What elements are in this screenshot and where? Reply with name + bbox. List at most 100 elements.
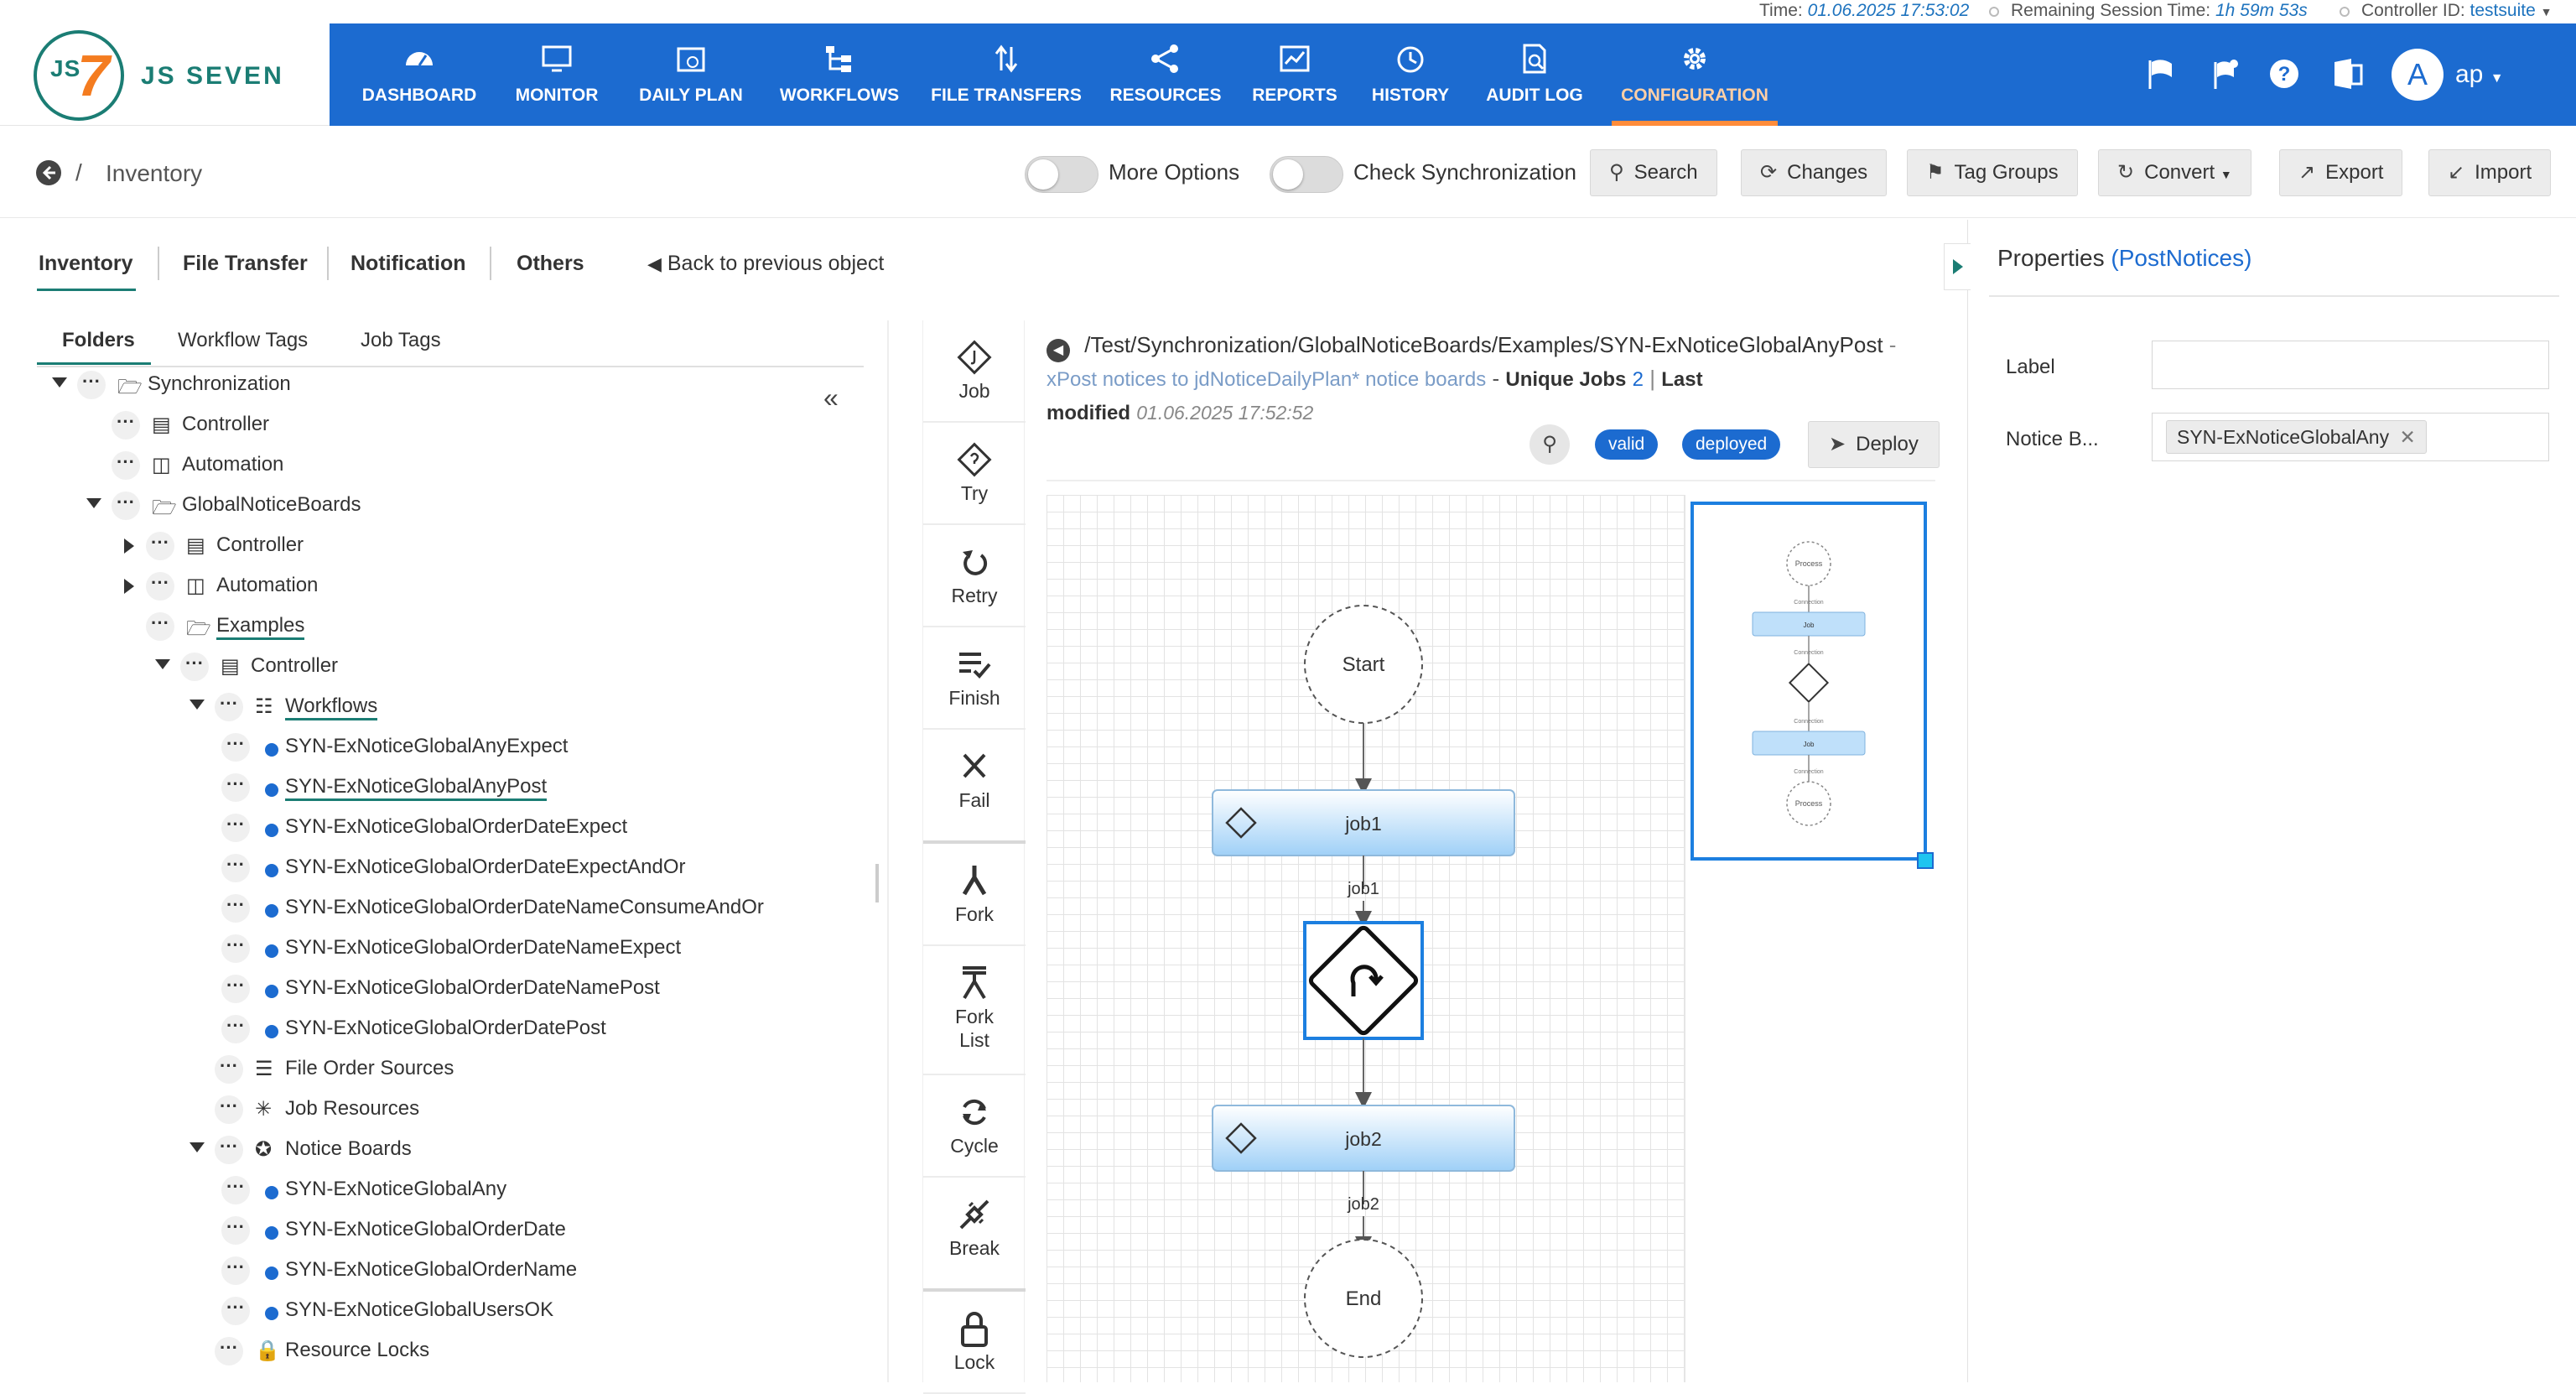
tree-row[interactable]: ··· SYN-ExNoticeGlobalOrderDateNameExpect — [34, 933, 872, 971]
changes-button[interactable]: ⟳ Changes — [1741, 149, 1888, 196]
tree-row[interactable]: ··· 🗁 Synchronization — [34, 369, 872, 408]
nav-history[interactable]: HISTORY — [1363, 23, 1457, 126]
workflow-canvas[interactable]: Start job1 job1 job2 job2 End — [1046, 495, 1684, 1382]
import-button[interactable]: ↙ Import — [2428, 149, 2552, 196]
logo[interactable]: JS 7 JS SEVEN — [0, 23, 330, 126]
tree-row[interactable]: ··· SYN-ExNoticeGlobalAnyExpect — [34, 731, 872, 770]
more-actions-icon[interactable]: ··· — [112, 451, 140, 480]
tree-row[interactable]: ··· ▤ Controller — [34, 530, 872, 569]
label-input[interactable] — [2152, 341, 2549, 389]
tree-row[interactable]: ··· ◫ Automation — [34, 570, 872, 609]
notification-flags-icon[interactable] — [2209, 57, 2242, 91]
notice-boards-select[interactable]: SYN-ExNoticeGlobalAny ✕ — [2152, 413, 2549, 461]
nav-audit-log[interactable]: AUDIT LOG — [1479, 23, 1590, 126]
more-actions-icon[interactable]: ··· — [221, 1297, 250, 1325]
tree-row[interactable]: ··· SYN-ExNoticeGlobalOrderDatePost — [34, 1013, 872, 1052]
tree-row[interactable]: ··· SYN-ExNoticeGlobalAnyPost — [34, 772, 872, 810]
nav-reports[interactable]: REPORTS — [1248, 23, 1342, 126]
caret-down-icon[interactable] — [86, 498, 101, 508]
flag-icon[interactable] — [2145, 57, 2179, 91]
more-actions-icon[interactable]: ··· — [146, 612, 174, 641]
palette-break[interactable]: Break — [923, 1178, 1026, 1292]
tree-row[interactable]: ··· SYN-ExNoticeGlobalUsersOK — [34, 1295, 872, 1334]
tree-row[interactable]: ··· ◫ Automation — [34, 450, 872, 488]
nav-resources[interactable]: RESOURCES — [1105, 23, 1226, 126]
more-actions-icon[interactable]: ··· — [221, 1176, 250, 1204]
more-actions-icon[interactable]: ··· — [221, 1015, 250, 1043]
caret-down-icon[interactable] — [52, 377, 67, 388]
nav-daily-plan[interactable]: DAILY PLAN — [631, 23, 751, 126]
palette-fail[interactable]: Fail — [923, 730, 1026, 844]
caret-right-icon[interactable] — [124, 579, 134, 594]
panel-resize-handle[interactable] — [875, 864, 879, 902]
tree-row[interactable]: ··· ▤ Controller — [34, 651, 872, 689]
tree-row[interactable]: ··· 🔒 Resource Locks — [34, 1335, 872, 1374]
more-actions-icon[interactable]: ··· — [215, 1136, 243, 1164]
tree-row[interactable]: ··· SYN-ExNoticeGlobalOrderDateNamePost — [34, 973, 872, 1012]
more-actions-icon[interactable]: ··· — [221, 733, 250, 762]
caret-down-icon[interactable] — [155, 659, 170, 669]
more-actions-icon[interactable]: ··· — [221, 934, 250, 963]
palette-lock[interactable]: Lock — [923, 1292, 1026, 1394]
tree-row[interactable]: ··· ☷ Workflows — [34, 691, 872, 730]
nav-monitor[interactable]: MONITOR — [501, 23, 612, 126]
tree-row[interactable]: ··· SYN-ExNoticeGlobalOrderDate — [34, 1215, 872, 1253]
more-actions-icon[interactable]: ··· — [215, 1337, 243, 1365]
outline-resize-handle[interactable] — [1917, 852, 1934, 869]
remove-chip-icon[interactable]: ✕ — [2400, 426, 2416, 448]
convert-button[interactable]: ↻ Convert ▼ — [2098, 149, 2251, 196]
zoom-search-icon[interactable]: ⚲ — [1530, 424, 1570, 465]
more-actions-icon[interactable]: ··· — [215, 693, 243, 721]
more-actions-icon[interactable]: ··· — [146, 532, 174, 560]
workflow-outline-navigator[interactable]: Process Connection Job Connection Connec… — [1690, 502, 1927, 861]
tab-notification[interactable]: Notification — [351, 252, 466, 276]
back-to-previous-link[interactable]: ◀ Back to previous object — [647, 252, 884, 276]
tree-row[interactable]: ··· ✪ Notice Boards — [34, 1134, 872, 1173]
more-actions-icon[interactable]: ··· — [221, 773, 250, 802]
palette-job[interactable]: Job — [923, 320, 1026, 423]
more-actions-icon[interactable]: ··· — [180, 653, 209, 681]
more-actions-icon[interactable]: ··· — [221, 894, 250, 923]
back-circle-icon[interactable]: ◀ — [1046, 339, 1070, 362]
caret-down-icon[interactable] — [190, 1142, 205, 1152]
check-sync-toggle[interactable] — [1270, 156, 1343, 193]
tab-inventory[interactable]: Inventory — [39, 252, 133, 276]
tree-row[interactable]: ··· SYN-ExNoticeGlobalOrderName — [34, 1255, 872, 1293]
more-actions-icon[interactable]: ··· — [77, 371, 106, 399]
tree-row[interactable]: ··· ▤ Controller — [34, 409, 872, 448]
tab-file-transfer[interactable]: File Transfer — [183, 252, 308, 276]
tree-row[interactable]: ··· SYN-ExNoticeGlobalAny — [34, 1174, 872, 1213]
palette-cycle[interactable]: Cycle — [923, 1075, 1026, 1178]
tree-row[interactable]: ··· SYN-ExNoticeGlobalOrderDateExpectAndO… — [34, 852, 872, 891]
user-menu[interactable]: ap ▼ — [2455, 60, 2504, 89]
tab-others[interactable]: Others — [517, 252, 584, 276]
more-actions-icon[interactable]: ··· — [221, 814, 250, 842]
tree-row[interactable]: ··· SYN-ExNoticeGlobalOrderDateExpect — [34, 812, 872, 850]
palette-fork-list[interactable]: Fork List — [923, 946, 1026, 1075]
more-actions-icon[interactable]: ··· — [146, 572, 174, 601]
more-actions-icon[interactable]: ··· — [221, 1216, 250, 1245]
tag-groups-button[interactable]: ⚑ Tag Groups — [1907, 149, 2078, 196]
controller-id[interactable]: Controller ID: testsuite ▼ — [2340, 0, 2552, 23]
tree-row[interactable]: ··· ✳ Job Resources — [34, 1094, 872, 1132]
more-actions-icon[interactable]: ··· — [112, 411, 140, 440]
tab-job-tags[interactable]: Job Tags — [361, 329, 441, 352]
palette-retry[interactable]: Retry — [923, 525, 1026, 627]
palette-finish[interactable]: Finish — [923, 627, 1026, 730]
language-icon[interactable] — [2331, 57, 2365, 91]
nav-workflows[interactable]: WORKFLOWS — [773, 23, 906, 126]
nav-file-transfers[interactable]: FILE TRANSFERS — [929, 23, 1083, 126]
tree-scrollbar-track[interactable] — [887, 320, 889, 1382]
more-actions-icon[interactable]: ··· — [221, 854, 250, 882]
avatar[interactable]: A — [2392, 49, 2444, 101]
tree-row[interactable]: ··· ☰ File Order Sources — [34, 1053, 872, 1092]
more-actions-icon[interactable]: ··· — [112, 492, 140, 520]
help-icon[interactable]: ? — [2267, 57, 2301, 91]
tab-folders[interactable]: Folders — [62, 329, 135, 352]
nav-dashboard[interactable]: DASHBOARD — [361, 23, 478, 126]
search-button[interactable]: ⚲ Search — [1590, 149, 1717, 196]
more-options-toggle[interactable] — [1025, 156, 1098, 193]
nav-configuration[interactable]: CONFIGURATION — [1612, 23, 1778, 126]
caret-right-icon[interactable] — [124, 538, 134, 554]
palette-try[interactable]: Try — [923, 423, 1026, 525]
